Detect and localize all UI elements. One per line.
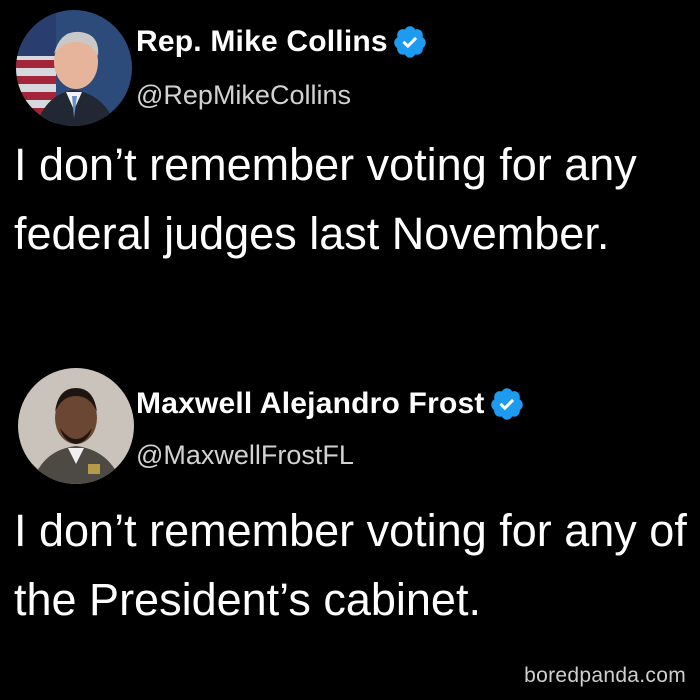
- avatar[interactable]: [18, 368, 134, 484]
- user-handle[interactable]: @RepMikeCollins: [136, 80, 351, 111]
- verified-badge-icon: [392, 24, 428, 60]
- watermark: boredpanda.com: [524, 664, 686, 687]
- avatar-photo: [16, 10, 132, 126]
- name-row: Maxwell Alejandro Frost: [136, 386, 525, 422]
- tweet-card: Maxwell Alejandro Frost @MaxwellFrostFL …: [0, 360, 700, 700]
- tweet-card: Rep. Mike Collins @RepMikeCollins I don’…: [0, 0, 700, 350]
- avatar[interactable]: [16, 10, 132, 126]
- avatar-photo: [18, 368, 134, 484]
- name-row: Rep. Mike Collins: [136, 24, 428, 60]
- display-name[interactable]: Rep. Mike Collins: [136, 25, 388, 59]
- verified-badge-icon: [489, 386, 525, 422]
- display-name[interactable]: Maxwell Alejandro Frost: [136, 387, 485, 421]
- user-handle[interactable]: @MaxwellFrostFL: [136, 440, 354, 471]
- tweet-text: I don’t remember voting for any federal …: [14, 139, 637, 259]
- tweet-text: I don’t remember voting for any of the P…: [14, 505, 687, 625]
